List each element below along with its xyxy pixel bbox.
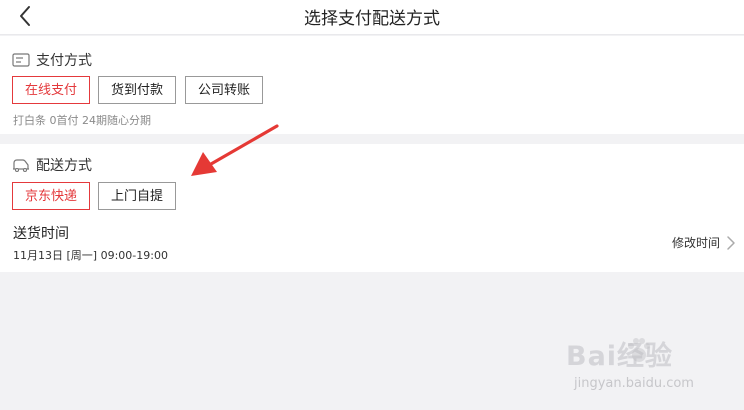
modify-time-button[interactable]: 修改时间: [672, 234, 736, 251]
payment-section-title: 支付方式: [36, 53, 92, 69]
truck-icon: [13, 159, 29, 173]
delivery-section-header: 配送方式: [12, 155, 92, 175]
payment-option-company-transfer[interactable]: 公司转账: [185, 76, 263, 104]
card-icon: [12, 53, 30, 67]
page-title: 选择支付配送方式: [304, 9, 440, 29]
delivery-option-self-pickup[interactable]: 上门自提: [98, 182, 176, 210]
delivery-time-value: 11月13日 [周一] 09:00-19:00: [13, 249, 168, 262]
payment-option-online[interactable]: 在线支付: [12, 76, 90, 104]
payment-installment-hint: 打白条 0首付 24期随心分期: [13, 114, 151, 127]
watermark-main-text: Bai经验: [566, 341, 674, 372]
baidu-paw-icon: [628, 338, 650, 362]
delivery-time-label: 送货时间: [13, 226, 69, 242]
payment-method-section: 支付方式 在线支付 货到付款 公司转账 打白条 0首付 24期随心分期: [0, 36, 744, 134]
payment-option-cod[interactable]: 货到付款: [98, 76, 176, 104]
watermark-url: jingyan.baidu.com: [574, 376, 694, 391]
chevron-right-icon: [727, 235, 735, 250]
delivery-method-section: 配送方式 京东快递 上门自提 送货时间 11月13日 [周一] 09:00-19…: [0, 144, 744, 272]
red-arrow-icon: [191, 124, 279, 176]
payment-section-header: 支付方式: [12, 50, 92, 70]
delivery-section-title: 配送方式: [36, 158, 92, 174]
baidu-jingyan-watermark: Bai经验 jingyan.baidu.com: [566, 332, 738, 398]
delivery-option-jd-express[interactable]: 京东快递: [12, 182, 90, 210]
top-navigation-bar: 选择支付配送方式: [0, 0, 744, 35]
modify-time-label: 修改时间: [671, 236, 720, 250]
